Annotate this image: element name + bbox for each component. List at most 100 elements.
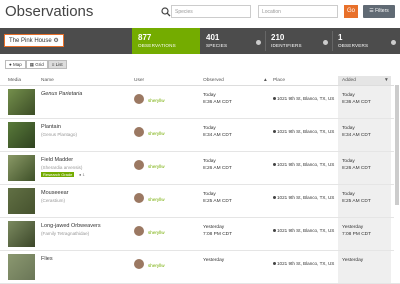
stat-species-count: 401	[206, 33, 220, 42]
stat-species-label: SPECIES	[206, 43, 228, 48]
observed-day: Today	[203, 93, 216, 98]
list-view-label: List	[55, 62, 63, 67]
observation-photo[interactable]	[8, 89, 35, 115]
info-icon[interactable]	[323, 40, 328, 45]
place-text: 1021 9th St, Blanco, TX, US	[277, 96, 335, 101]
taxon-name[interactable]: Plantain	[41, 124, 61, 130]
stat-observers[interactable]: 1 OBSERVERS	[332, 28, 400, 54]
gear-icon[interactable]: ⚙	[53, 38, 58, 44]
observed-time: 8:26 AM CDT	[203, 166, 232, 171]
added-day: Today	[342, 93, 355, 98]
go-button[interactable]: Go	[344, 5, 358, 18]
species-search-input[interactable]: Species	[171, 5, 251, 18]
place-cell: 1021 9th St, Blanco, TX, US	[273, 228, 334, 233]
observation-photo[interactable]	[8, 122, 35, 148]
map-view-label: Map	[12, 62, 22, 67]
stat-observers-count: 1	[338, 33, 343, 42]
map-pin-icon	[273, 262, 276, 265]
user-link[interactable]: sheryllw	[148, 164, 165, 169]
stat-identifiers-label: IDENTIFIERS	[271, 43, 302, 48]
table-row[interactable]: Mouseeear (Cerastium) sheryllw Today 8:25 AM…	[0, 185, 400, 218]
info-icon[interactable]	[256, 40, 261, 45]
sort-desc-icon[interactable]: ▼	[384, 78, 389, 83]
avatar[interactable]	[134, 127, 144, 137]
avatar[interactable]	[134, 259, 144, 269]
place-text: 1021 9th St, Blanco, TX, US	[277, 129, 335, 134]
added-time: 8:25 AM CDT	[342, 199, 371, 204]
user-link[interactable]: sheryllw	[148, 263, 165, 268]
taxon-name[interactable]: Genus Parietaria	[41, 91, 82, 97]
table-row[interactable]: Field Madder (Sherardia arvensis) Research…	[0, 152, 400, 185]
observed-day: Yesterday	[203, 225, 225, 230]
observation-photo[interactable]	[8, 221, 35, 247]
stat-identifiers[interactable]: 210 IDENTIFIERS	[265, 28, 332, 54]
top-bar: Observations Species Location Go ☰ Filte…	[0, 0, 400, 26]
column-header-name[interactable]: Name	[41, 78, 54, 83]
column-header-media[interactable]: Media	[8, 78, 21, 83]
observed-time: 8:36 AM CDT	[203, 100, 232, 105]
filters-button[interactable]: ☰ Filters	[363, 5, 395, 18]
avatar[interactable]	[134, 94, 144, 104]
taxon-scientific-name: (Genus Plantago)	[41, 132, 78, 137]
place-text: 1021 9th St, Blanco, TX, US	[277, 162, 335, 167]
avatar[interactable]	[134, 226, 144, 236]
stat-identifiers-count: 210	[271, 33, 285, 42]
map-pin-icon	[273, 130, 276, 133]
avatar[interactable]	[134, 193, 144, 203]
user-link[interactable]: sheryllw	[148, 131, 165, 136]
observed-time: 7:08 PM CDT	[203, 232, 233, 237]
table-row[interactable]: Long-jawed Orbweavers (Family Tetragnathi…	[0, 218, 400, 251]
place-chip[interactable]: The Pink House ⚙	[4, 34, 64, 47]
added-day: Yesterday	[342, 225, 364, 230]
stat-observations[interactable]: 877 OBSERVATIONS	[132, 28, 200, 54]
taxon-name[interactable]: Field Madder	[41, 157, 73, 163]
added-time: 8:36 AM CDT	[342, 100, 371, 105]
observation-photo[interactable]	[8, 188, 35, 214]
view-toggle: ● Map ▦ Grid ≡ List	[5, 60, 67, 69]
map-view-button[interactable]: ● Map	[5, 60, 26, 69]
map-pin-icon	[273, 163, 276, 166]
stat-observations-label: OBSERVATIONS	[138, 43, 176, 48]
grid-view-button[interactable]: ▦ Grid	[25, 60, 48, 69]
taxon-scientific-name: (Cerastium)	[41, 198, 65, 203]
table-header: Media Name User Observed ▲ Place Added ▼	[0, 76, 400, 86]
added-day: Today	[342, 126, 355, 131]
user-link[interactable]: sheryllw	[148, 197, 165, 202]
observed-time: 8:34 AM CDT	[203, 133, 232, 138]
sort-icon[interactable]: ▲	[263, 78, 268, 83]
column-header-observed[interactable]: Observed	[203, 78, 224, 83]
column-header-user[interactable]: User	[134, 78, 144, 83]
observed-day: Yesterday	[203, 258, 225, 263]
place-text: 1021 9th St, Blanco, TX, US	[277, 195, 335, 200]
identification-count: ● 1	[79, 172, 85, 177]
research-grade-badge: Research Grade	[41, 172, 75, 177]
user-link[interactable]: sheryllw	[148, 230, 165, 235]
location-input[interactable]: Location	[258, 5, 338, 18]
column-header-added[interactable]: Added	[342, 78, 356, 83]
observation-photo[interactable]	[8, 155, 35, 181]
avatar[interactable]	[134, 160, 144, 170]
map-pin-icon	[273, 196, 276, 199]
taxon-name[interactable]: Mouseeear	[41, 190, 69, 196]
map-pin-icon	[273, 229, 276, 232]
table-row[interactable]: Plantain (Genus Plantago) sheryllw Today 8:3…	[0, 119, 400, 152]
user-link[interactable]: sheryllw	[148, 98, 165, 103]
place-cell: 1021 9th St, Blanco, TX, US	[273, 96, 334, 101]
place-cell: 1021 9th St, Blanco, TX, US	[273, 162, 334, 167]
info-icon[interactable]	[391, 40, 396, 45]
column-header-place[interactable]: Place	[273, 78, 285, 83]
stat-observers-label: OBSERVERS	[338, 43, 369, 48]
list-view-button[interactable]: ≡ List	[47, 60, 67, 69]
observed-time: 8:25 AM CDT	[203, 199, 232, 204]
place-cell: 1021 9th St, Blanco, TX, US	[273, 129, 334, 134]
table-row[interactable]: Flies sheryllw Yesterday 1021 9th St, Blanc…	[0, 251, 400, 284]
stats-bar: The Pink House ⚙ 877 OBSERVATIONS 401 SP…	[0, 28, 400, 54]
stat-species[interactable]: 401 SPECIES	[200, 28, 265, 54]
place-cell: 1021 9th St, Blanco, TX, US	[273, 195, 334, 200]
taxon-name[interactable]: Long-jawed Orbweavers	[41, 223, 101, 229]
observation-photo[interactable]	[8, 254, 35, 280]
scrollbar-thumb[interactable]	[395, 85, 399, 205]
table-row[interactable]: Genus Parietaria sheryllw Today 8:36 AM CDT…	[0, 86, 400, 119]
taxon-name[interactable]: Flies	[41, 256, 53, 262]
taxon-scientific-name: (Sherardia arvensis)	[41, 165, 83, 170]
